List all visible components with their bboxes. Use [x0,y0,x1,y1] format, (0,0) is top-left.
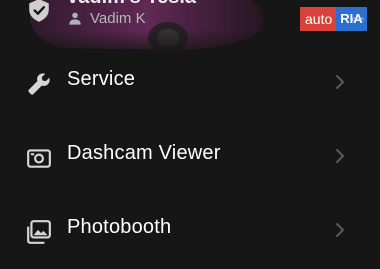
shield-check-icon [29,0,49,22]
vehicle-owner: Vadim K [68,9,146,27]
menu-item-label: Service [67,68,136,90]
watermark-ria-text: RIA .com [336,7,367,31]
menu-item-service[interactable]: Service [0,47,380,121]
wrench-icon [28,73,50,95]
person-icon [69,12,81,25]
chevron-right-icon [336,75,344,89]
menu-item-dashcam-viewer[interactable]: Dashcam Viewer [0,121,380,195]
menu-item-label: Dashcam Viewer [67,142,221,164]
dashcam-icon [27,149,51,168]
menu-item-label: Photobooth [67,216,172,238]
vehicle-name: Vadim's Tesla [66,0,196,9]
watermark-auto-text: auto [300,7,337,31]
chevron-right-icon [336,149,344,163]
menu-item-photobooth[interactable]: Photobooth [0,195,380,269]
watermark-logo: auto RIA .com [300,7,367,31]
chevron-right-icon [336,223,344,237]
photo-icon [27,220,51,244]
owner-name: Vadim K [90,9,146,27]
